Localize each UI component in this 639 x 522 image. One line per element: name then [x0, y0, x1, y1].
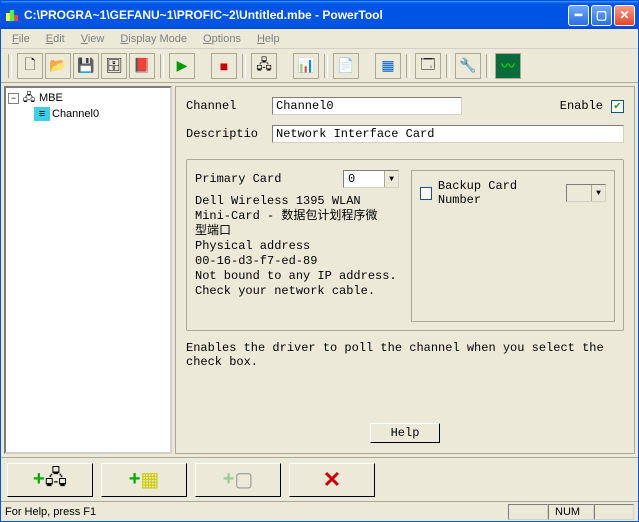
close-button[interactable]: ✕ — [614, 5, 635, 26]
add-table-button[interactable]: +▦ — [101, 463, 187, 497]
menu-display-mode[interactable]: Display Mode — [113, 32, 194, 46]
app-icon — [4, 7, 20, 23]
add-box-button[interactable]: +▢ — [195, 463, 281, 497]
primary-card-label: Primary Card — [195, 172, 281, 186]
maximize-button[interactable]: ▢ — [591, 5, 612, 26]
primary-card-select[interactable]: 0 ▼ — [343, 170, 399, 188]
menu-help[interactable]: Help — [250, 32, 287, 46]
open-button[interactable]: 📂 — [45, 53, 71, 79]
tools-button[interactable]: 🔧 — [455, 53, 481, 79]
chart-button[interactable]: 📊 — [293, 53, 319, 79]
description-input[interactable] — [272, 125, 624, 143]
card-info-text: Dell Wireless 1395 WLAN Mini-Card - 数据包计… — [195, 194, 399, 299]
backup-card-label: Backup Card Number — [438, 179, 554, 207]
channel-input[interactable] — [272, 97, 462, 115]
tree-root-row[interactable]: − 🖧 MBE — [8, 90, 168, 106]
body-area: − 🖧 MBE ≡ Channel0 Channel Enable ✔ Desc… — [1, 83, 638, 457]
menu-edit[interactable]: Edit — [39, 32, 72, 46]
tree-child-label: Channel0 — [52, 108, 99, 120]
statusbar: For Help, press F1 NUM — [1, 501, 638, 521]
menu-options[interactable]: Options — [196, 32, 248, 46]
network-button[interactable]: 🖧 — [251, 53, 277, 79]
tree-panel[interactable]: − 🖧 MBE ≡ Channel0 — [4, 86, 172, 454]
minimize-button[interactable]: ━ — [568, 5, 589, 26]
run-button[interactable]: ▶ — [169, 53, 195, 79]
save-button[interactable]: 💾 — [73, 53, 99, 79]
titlebar: C:\PROGRA~1\GEFANU~1\PROFIC~2\Untitled.m… — [1, 1, 638, 29]
app-window: C:\PROGRA~1\GEFANU~1\PROFIC~2\Untitled.m… — [0, 0, 639, 522]
tree-root-label: MBE — [39, 92, 63, 104]
chevron-down-icon: ▼ — [384, 171, 398, 187]
menu-view[interactable]: View — [74, 32, 112, 46]
delete-button[interactable]: ✕ — [289, 463, 375, 497]
backup-card-select[interactable]: ▼ — [566, 184, 606, 202]
root-icon: 🖧 — [21, 91, 37, 105]
enable-label: Enable — [560, 99, 603, 113]
properties-panel: Channel Enable ✔ Descriptio Primary Card… — [175, 86, 635, 454]
enable-checkbox[interactable]: ✔ — [611, 100, 624, 113]
status-num: NUM — [548, 504, 594, 520]
form-button[interactable]: 🗔 — [415, 53, 441, 79]
grid-button[interactable]: ▦ — [375, 53, 401, 79]
doc-button[interactable]: 📄 — [333, 53, 359, 79]
save-all-button[interactable]: 🗄 — [101, 53, 127, 79]
channel-icon: ≡ — [34, 107, 50, 121]
backup-card-group: ✔ Backup Card Number ▼ — [411, 170, 615, 322]
hint-text: Enables the driver to poll the channel w… — [186, 341, 624, 369]
tree-child-row[interactable]: ≡ Channel0 — [8, 106, 168, 122]
book-button[interactable]: 📕 — [129, 53, 155, 79]
stop-button[interactable]: ■ — [211, 53, 237, 79]
backup-card-checkbox[interactable]: ✔ — [420, 187, 432, 200]
add-device-button[interactable]: +🖧 — [7, 463, 93, 497]
window-title: C:\PROGRA~1\GEFANU~1\PROFIC~2\Untitled.m… — [24, 8, 568, 22]
card-groupbox: Primary Card 0 ▼ Dell Wireless 1395 WLAN… — [186, 159, 624, 331]
help-button[interactable]: Help — [370, 423, 441, 443]
new-button[interactable]: 🗋 — [17, 53, 43, 79]
description-label: Descriptio — [186, 127, 264, 141]
chevron-down-icon: ▼ — [591, 185, 605, 201]
collapse-icon[interactable]: − — [8, 93, 19, 104]
wave-button[interactable]: 〰 — [495, 53, 521, 79]
status-text: For Help, press F1 — [5, 506, 508, 518]
menubar: File Edit View Display Mode Options Help — [1, 29, 638, 49]
channel-label: Channel — [186, 99, 264, 113]
toolbar: 🗋 📂 💾 🗄 📕 ▶ ■ 🖧 📊 📄 ▦ 🗔 🔧 〰 — [1, 49, 638, 83]
bottom-toolbar: +🖧 +▦ +▢ ✕ — [1, 457, 638, 501]
menu-file[interactable]: File — [5, 32, 37, 46]
